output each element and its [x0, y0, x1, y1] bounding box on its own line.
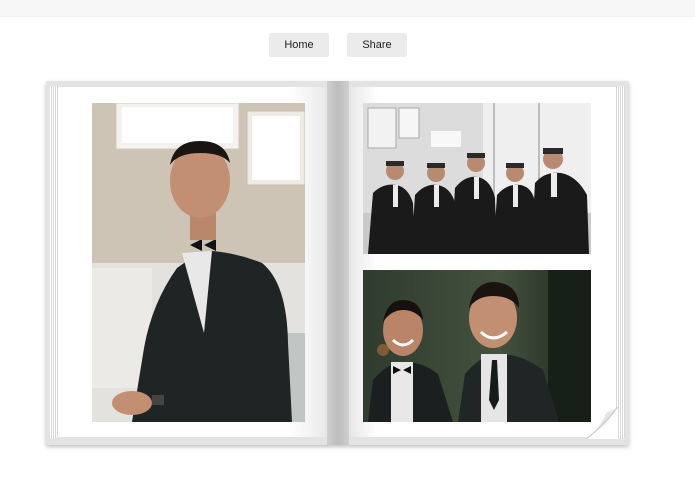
groom-portrait-photo — [92, 103, 305, 422]
right-page-edges — [616, 86, 625, 438]
share-button[interactable]: Share — [347, 33, 407, 57]
book-spine — [327, 81, 349, 445]
home-button[interactable]: Home — [269, 33, 329, 57]
groom-laughing-photo — [363, 270, 591, 422]
top-bar — [0, 0, 695, 17]
left-page-edges — [50, 86, 58, 438]
page-curl-corner[interactable] — [585, 406, 619, 440]
groomsmen-group-photo — [363, 103, 591, 254]
